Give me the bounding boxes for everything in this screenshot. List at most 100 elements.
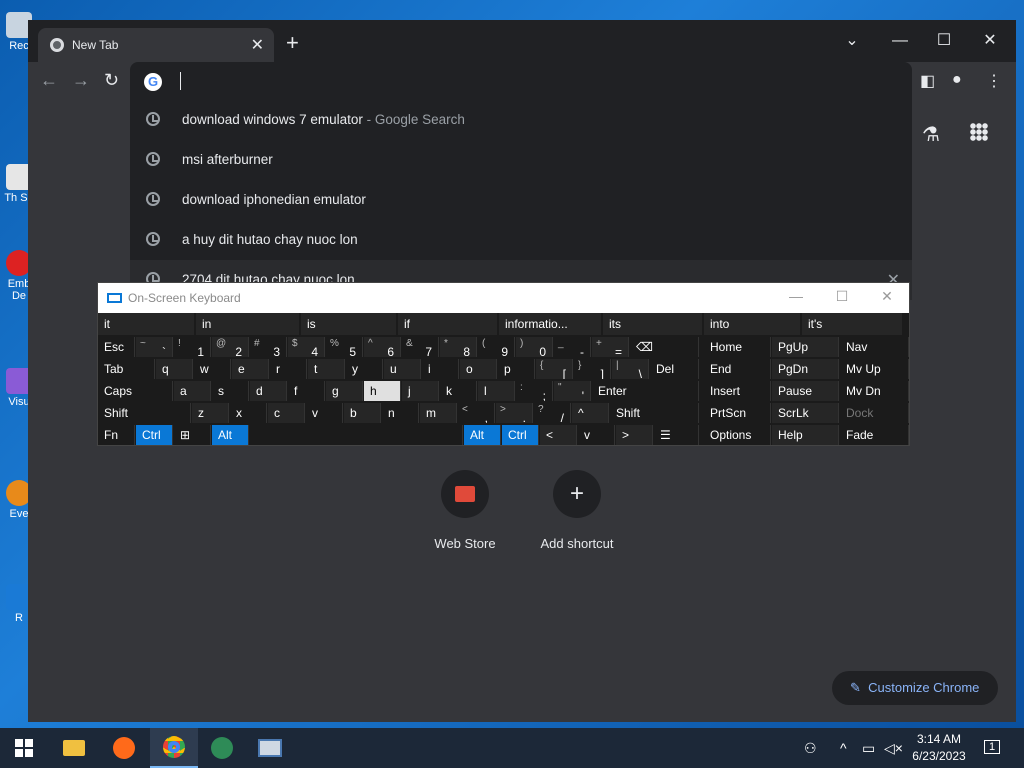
- osk-prediction[interactable]: its: [603, 313, 704, 335]
- key-del[interactable]: Del: [650, 359, 699, 379]
- file-explorer-button[interactable]: [50, 728, 98, 768]
- volume-muted-icon[interactable]: ◁×: [884, 740, 903, 757]
- key-[interactable]: ⊞: [174, 425, 211, 445]
- osk-prediction[interactable]: in: [196, 313, 301, 335]
- key-[interactable]: + =: [592, 337, 629, 357]
- key-9[interactable]: (9: [478, 337, 515, 357]
- key-7[interactable]: & 7: [402, 337, 439, 357]
- suggestion-item[interactable]: download windows 7 emulator - Google Sea…: [130, 100, 912, 140]
- key-y[interactable]: y: [346, 359, 383, 379]
- key-shift[interactable]: Shift: [98, 403, 191, 423]
- key-pgdn[interactable]: PgDn: [772, 359, 839, 379]
- key-fade[interactable]: Fade: [840, 425, 909, 445]
- forward-button[interactable]: →: [72, 70, 90, 91]
- key-shift[interactable]: Shift: [610, 403, 699, 423]
- key-tab[interactable]: Tab: [98, 359, 155, 379]
- key-w[interactable]: w: [194, 359, 231, 379]
- key-m[interactable]: m: [420, 403, 457, 423]
- key-caps[interactable]: Caps: [98, 381, 173, 401]
- chevron-up-icon[interactable]: ^: [840, 740, 847, 756]
- side-panel-icon[interactable]: ◧: [920, 71, 935, 91]
- key-3[interactable]: #3: [250, 337, 287, 357]
- key-[interactable]: ~ `: [136, 337, 173, 357]
- key-[interactable]: _ -: [554, 337, 591, 357]
- labs-flask-icon[interactable]: ⚗: [922, 122, 940, 147]
- people-icon[interactable]: ⚇: [804, 740, 817, 757]
- osk-taskbar-button[interactable]: [246, 728, 294, 768]
- key-[interactable]: {[: [536, 359, 573, 379]
- key-f[interactable]: f: [288, 381, 325, 401]
- osk-prediction[interactable]: is: [301, 313, 398, 335]
- key-[interactable]: >: [616, 425, 653, 445]
- key-esc[interactable]: Esc: [98, 337, 135, 357]
- key-enter[interactable]: Enter: [592, 381, 699, 401]
- key-ctrl[interactable]: Ctrl: [136, 425, 173, 445]
- app-taskbar-button[interactable]: [198, 728, 246, 768]
- key-fn[interactable]: Fn: [98, 425, 135, 445]
- osk-close-button[interactable]: ✕: [877, 288, 897, 305]
- key-1[interactable]: ! 1: [174, 337, 211, 357]
- suggestion-item[interactable]: a huy dit hutao chay nuoc lon: [130, 220, 912, 260]
- close-window-button[interactable]: ✕: [968, 26, 1012, 56]
- key-o[interactable]: o: [460, 359, 497, 379]
- key-d[interactable]: d: [250, 381, 287, 401]
- key-[interactable]: ☰: [654, 425, 699, 445]
- profile-icon[interactable]: ●: [952, 71, 962, 89]
- key-alt[interactable]: Alt: [464, 425, 501, 445]
- osk-prediction[interactable]: if: [398, 313, 499, 335]
- apps-grid-icon[interactable]: [970, 123, 988, 141]
- key-pause[interactable]: Pause: [772, 381, 839, 401]
- start-button[interactable]: [0, 728, 48, 768]
- tab-new-tab[interactable]: New Tab ✕: [38, 28, 274, 62]
- key-v[interactable]: v: [306, 403, 343, 423]
- osk-maximize-button[interactable]: ☐: [832, 288, 852, 305]
- shortcut-web-store[interactable]: Web Store: [410, 470, 520, 551]
- clock[interactable]: 3:14 AM 6/23/2023: [906, 731, 972, 765]
- key-mvup[interactable]: Mv Up: [840, 359, 909, 379]
- key-nav[interactable]: Nav: [840, 337, 909, 357]
- key-6[interactable]: ^ 6: [364, 337, 401, 357]
- key-j[interactable]: j: [402, 381, 439, 401]
- key-[interactable]: <: [540, 425, 577, 445]
- key-scrlk[interactable]: ScrLk: [772, 403, 839, 423]
- key-v[interactable]: v: [578, 425, 615, 445]
- menu-icon[interactable]: ⋮: [986, 71, 1002, 91]
- back-button[interactable]: ←: [40, 70, 58, 91]
- key-t[interactable]: t: [308, 359, 345, 379]
- osk-prediction[interactable]: informatio...: [499, 313, 603, 335]
- key-r[interactable]: r: [270, 359, 307, 379]
- key-k[interactable]: k: [440, 381, 477, 401]
- key-pgup[interactable]: PgUp: [772, 337, 839, 357]
- key-[interactable]: " ': [554, 381, 591, 401]
- key-b[interactable]: b: [344, 403, 381, 423]
- customize-chrome-button[interactable]: ✎ Customize Chrome: [832, 671, 998, 705]
- key-l[interactable]: l: [478, 381, 515, 401]
- key-help[interactable]: Help: [772, 425, 839, 445]
- osk-prediction[interactable]: it: [98, 313, 196, 335]
- key-e[interactable]: e: [232, 359, 269, 379]
- notification-center-button[interactable]: 1: [984, 740, 1001, 754]
- key-p[interactable]: p: [498, 359, 535, 379]
- minimize-button[interactable]: —: [878, 26, 922, 56]
- new-tab-button[interactable]: +: [286, 32, 299, 54]
- key-2[interactable]: @2: [212, 337, 249, 357]
- key-mvdn[interactable]: Mv Dn: [840, 381, 909, 401]
- key-ctrl[interactable]: Ctrl: [502, 425, 539, 445]
- key-0[interactable]: ) 0: [516, 337, 553, 357]
- key-alt[interactable]: Alt: [212, 425, 249, 445]
- osk-minimize-button[interactable]: —: [786, 288, 806, 304]
- key-[interactable]: :;: [516, 381, 553, 401]
- key-z[interactable]: z: [192, 403, 229, 423]
- key-end[interactable]: End: [704, 359, 771, 379]
- key-[interactable]: >.: [496, 403, 533, 423]
- key-prtscn[interactable]: PrtScn: [704, 403, 771, 423]
- key-x[interactable]: x: [230, 403, 267, 423]
- key-space[interactable]: [250, 425, 463, 445]
- omnibox-input[interactable]: [180, 72, 181, 90]
- add-shortcut-button[interactable]: + Add shortcut: [522, 470, 632, 551]
- chrome-taskbar-button[interactable]: [150, 728, 198, 768]
- key-a[interactable]: a: [174, 381, 211, 401]
- suggestion-item[interactable]: msi afterburner: [130, 140, 912, 180]
- maximize-button[interactable]: ☐: [922, 26, 966, 56]
- key-[interactable]: ? /: [534, 403, 571, 423]
